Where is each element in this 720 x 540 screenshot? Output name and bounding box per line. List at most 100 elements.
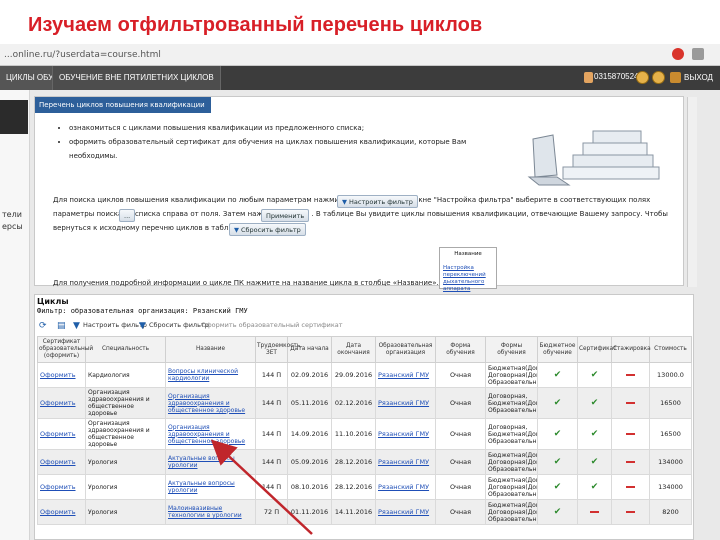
intern-status-cell <box>611 499 650 525</box>
intern-status-cell <box>611 387 650 419</box>
column-header[interactable]: Специальность <box>85 336 166 363</box>
study-form-cell: Очная <box>435 418 486 450</box>
exit-button[interactable]: ВЫХОД <box>684 66 713 90</box>
organization-link[interactable]: Рязанский ГМУ <box>375 474 436 500</box>
apply-button[interactable]: Применить <box>261 209 310 222</box>
tab-outside-cycles[interactable]: ОБУЧЕНИЕ ВНЕ ПЯТИЛЕТНИХ ЦИКЛОВ <box>52 66 221 90</box>
sidebar-item-resources[interactable]: ерсы <box>2 222 23 231</box>
reset-filter-button[interactable]: ▼ Сбросить фильтр <box>229 223 306 236</box>
dash-icon <box>590 511 599 513</box>
address-bar[interactable]: ...online.ru/?userdata=course.html <box>0 44 720 66</box>
funnel-icon: ▼ <box>73 321 80 331</box>
organization-link[interactable]: Рязанский ГМУ <box>375 449 436 475</box>
column-header[interactable]: Стажировка <box>611 336 651 363</box>
start-date-cell: 05.09.2016 <box>287 449 332 475</box>
end-date-cell: 28.12.2016 <box>331 449 376 475</box>
forms-cell: Бюджетная(Доп), Договорная(Доп), Образов… <box>485 474 538 500</box>
refresh-icon[interactable]: ⟳ <box>39 321 47 332</box>
organization-link[interactable]: Рязанский ГМУ <box>375 418 436 450</box>
table-row[interactable]: Оформить Организация здравоохранения и об… <box>37 418 692 450</box>
ellipsis-button[interactable]: ... <box>119 209 136 222</box>
table-row[interactable]: Оформить Организация здравоохранения и об… <box>37 387 692 419</box>
browser-extension-icon[interactable] <box>672 48 684 60</box>
cycle-name-link[interactable]: Вопросы клинической кардиологии <box>165 362 256 388</box>
column-header[interactable]: Форма обучения <box>435 336 486 363</box>
cycles-title: Циклы <box>37 297 69 306</box>
browser-screenshot: ...online.ru/?userdata=course.html ЦИКЛЫ… <box>0 44 720 540</box>
issue-certificate-link[interactable]: Оформить <box>37 418 86 450</box>
column-header[interactable]: Стоимость <box>649 336 692 363</box>
forms-cell: Договорная, Бюджетная(Доп), Образователь… <box>485 418 538 450</box>
cycle-name-link[interactable]: Актуальные вопросы урологии <box>165 474 256 500</box>
name-example-header: Название <box>454 251 482 257</box>
issue-certificate-link[interactable]: Оформить <box>37 474 86 500</box>
table-row[interactable]: Оформить Урология Актуальные вопросы уроло… <box>37 474 692 500</box>
budget-status-cell: ✔ <box>537 474 578 500</box>
check-icon: ✔ <box>553 507 562 517</box>
table-row[interactable]: Оформить Кардиология Вопросы клинической к… <box>37 362 692 388</box>
study-form-cell: Очная <box>435 387 486 419</box>
check-icon: ✔ <box>553 398 562 408</box>
issue-certificate-link[interactable]: Оформить <box>37 387 86 419</box>
cert-status-cell: ✔ <box>577 474 612 500</box>
name-column-example: Название Настройка переключений дыхательн… <box>439 247 497 292</box>
organization-link[interactable]: Рязанский ГМУ <box>375 362 436 388</box>
sidebar-item-teachers[interactable]: тели <box>2 210 22 219</box>
specialty-cell: Организация здравоохранения и общественн… <box>85 418 166 450</box>
column-header[interactable]: Образовательная организация <box>375 336 436 363</box>
issue-certificate-link[interactable]: Оформить <box>37 499 86 525</box>
filter-setup-button[interactable]: ▼ Настроить фильтр <box>337 195 418 208</box>
end-date-cell: 14.11.2016 <box>331 499 376 525</box>
cycle-name-link[interactable]: Организация здравоохранения и общественн… <box>165 387 256 419</box>
toolbar-setup-filter[interactable]: Настроить фильтр <box>83 321 147 329</box>
organization-link[interactable]: Рязанский ГМУ <box>375 499 436 525</box>
column-header[interactable]: Дата начала <box>287 336 332 363</box>
specialty-cell: Урология <box>85 474 166 500</box>
toolbar-issue-certificate[interactable]: Оформить образовательный сертификат <box>201 321 343 329</box>
url-text[interactable]: ...online.ru/?userdata=course.html <box>4 44 161 66</box>
toolbar-reset-filter[interactable]: Сбросить фильтр <box>149 321 209 329</box>
user-avatar-icon <box>584 72 593 83</box>
zoom-icon[interactable] <box>652 71 665 84</box>
cycle-name-link[interactable]: Малоинвазивные технологии в урологии <box>165 499 256 525</box>
export-icon[interactable]: ▤ <box>57 321 66 332</box>
hours-cell: 144 П <box>255 449 288 475</box>
organization-link[interactable]: Рязанский ГМУ <box>375 387 436 419</box>
column-header[interactable]: Сертификат <box>577 336 617 363</box>
forms-cell: Договорная, Бюджетная(Доп), Образователь… <box>485 387 538 419</box>
dash-icon <box>626 461 635 463</box>
issue-certificate-link[interactable]: Оформить <box>37 449 86 475</box>
column-header[interactable]: Название <box>165 336 256 363</box>
check-icon: ✔ <box>590 398 599 408</box>
name-example-link[interactable]: Настройка переключений дыхательного аппар… <box>440 257 496 293</box>
check-icon: ✔ <box>553 457 562 467</box>
column-header[interactable]: Бюджетное обучение <box>537 336 578 363</box>
end-date-cell: 11.10.2016 <box>331 418 376 450</box>
issue-certificate-link[interactable]: Оформить <box>37 362 86 388</box>
column-header[interactable]: Сертификат образовательный (оформить) <box>37 336 93 363</box>
info-scrollbar[interactable] <box>687 97 697 287</box>
sidebar-active-block[interactable] <box>0 100 28 134</box>
budget-status-cell: ✔ <box>537 362 578 388</box>
cycle-name-link[interactable]: Актуальные вопросы урологии <box>165 449 256 475</box>
cycles-table: Сертификат образовательный (оформить) Сп… <box>37 336 692 525</box>
column-header[interactable]: Трудоемкость, ЗЕТ <box>255 336 302 363</box>
specialty-cell: Кардиология <box>85 362 166 388</box>
end-date-cell: 29.09.2016 <box>331 362 376 388</box>
budget-status-cell: ✔ <box>537 418 578 450</box>
forms-cell: Бюджетная(Доп), Договорная(Доп), Образов… <box>485 449 538 475</box>
info-panel-header: Перечень циклов повышения квалификации <box>35 97 211 113</box>
search-icon[interactable] <box>636 71 649 84</box>
specialty-cell: Урология <box>85 499 166 525</box>
check-icon: ✔ <box>553 429 562 439</box>
start-date-cell: 05.11.2016 <box>287 387 332 419</box>
cycle-name-link[interactable]: Организация здравоохранения и общественн… <box>165 418 256 450</box>
column-header[interactable]: Формы обучения <box>485 336 538 363</box>
table-row[interactable]: Оформить Урология Малоинвазивные технологи… <box>37 499 692 525</box>
start-date-cell: 14.09.2016 <box>287 418 332 450</box>
table-row[interactable]: Оформить Урология Актуальные вопросы уроло… <box>37 449 692 475</box>
intern-status-cell <box>611 418 650 450</box>
browser-menu-icon[interactable] <box>692 48 704 60</box>
exit-icon[interactable] <box>670 72 681 83</box>
column-header[interactable]: Дата окончания <box>331 336 376 363</box>
